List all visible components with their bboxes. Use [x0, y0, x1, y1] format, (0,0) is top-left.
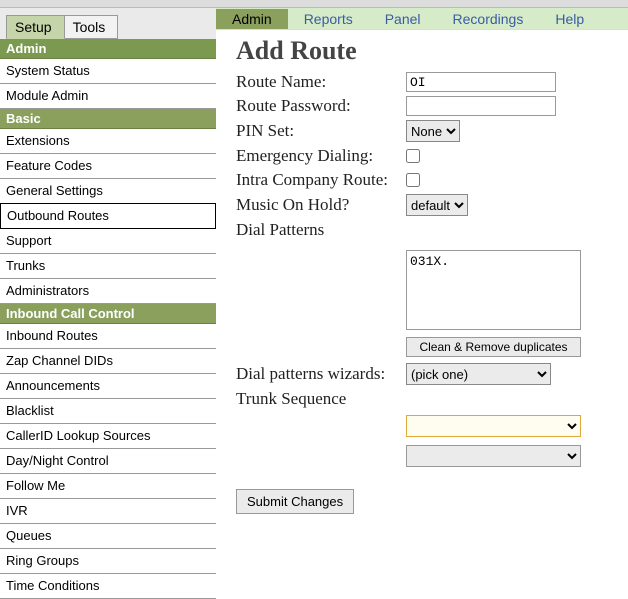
- checkbox-intra[interactable]: [406, 173, 420, 187]
- page-title: Add Route: [236, 36, 628, 66]
- section-basic: Basic: [0, 109, 216, 129]
- menu-day-night-control[interactable]: Day/Night Control: [0, 449, 216, 474]
- menu-ring-groups[interactable]: Ring Groups: [0, 549, 216, 574]
- menu-system-status[interactable]: System Status: [0, 59, 216, 84]
- menu-trunks[interactable]: Trunks: [0, 254, 216, 279]
- label-intra: Intra Company Route:: [236, 170, 406, 190]
- nav-panel[interactable]: Panel: [369, 9, 437, 29]
- input-route-password[interactable]: [406, 96, 556, 116]
- select-pin-set[interactable]: None: [406, 120, 460, 142]
- select-trunk-2[interactable]: [406, 445, 581, 467]
- checkbox-emergency[interactable]: [406, 149, 420, 163]
- textarea-dial-patterns[interactable]: [406, 250, 581, 330]
- menu-ivr[interactable]: IVR: [0, 499, 216, 524]
- top-nav: Admin Reports Panel Recordings Help: [216, 8, 628, 30]
- label-trunk-seq: Trunk Sequence: [236, 389, 406, 409]
- nav-admin[interactable]: Admin: [216, 9, 288, 29]
- label-wizards: Dial patterns wizards:: [236, 364, 406, 384]
- input-route-name[interactable]: [406, 72, 556, 92]
- nav-recordings[interactable]: Recordings: [437, 9, 540, 29]
- menu-announcements[interactable]: Announcements: [0, 374, 216, 399]
- menu-support[interactable]: Support: [0, 229, 216, 254]
- menu-time-conditions[interactable]: Time Conditions: [0, 574, 216, 599]
- menu-general-settings[interactable]: General Settings: [0, 179, 216, 204]
- nav-reports[interactable]: Reports: [288, 9, 369, 29]
- section-inbound: Inbound Call Control: [0, 304, 216, 324]
- menu-zap-channel-dids[interactable]: Zap Channel DIDs: [0, 349, 216, 374]
- label-moh: Music On Hold?: [236, 195, 406, 215]
- menu-outbound-routes[interactable]: Outbound Routes: [0, 203, 216, 229]
- menu-module-admin[interactable]: Module Admin: [0, 84, 216, 109]
- nav-help[interactable]: Help: [539, 9, 600, 29]
- select-wizards[interactable]: (pick one): [406, 363, 551, 385]
- label-pin-set: PIN Set:: [236, 121, 406, 141]
- select-moh[interactable]: default: [406, 194, 468, 216]
- menu-callerid-lookup[interactable]: CallerID Lookup Sources: [0, 424, 216, 449]
- menu-inbound-routes[interactable]: Inbound Routes: [0, 324, 216, 349]
- select-trunk-1[interactable]: [406, 415, 581, 437]
- submit-button[interactable]: Submit Changes: [236, 489, 354, 514]
- tab-tools[interactable]: Tools: [65, 15, 119, 39]
- label-emergency: Emergency Dialing:: [236, 146, 406, 166]
- clean-remove-button[interactable]: Clean & Remove duplicates: [406, 337, 581, 357]
- menu-feature-codes[interactable]: Feature Codes: [0, 154, 216, 179]
- form-content: Add Route Route Name: Route Password: PI…: [216, 30, 628, 514]
- menu-blacklist[interactable]: Blacklist: [0, 399, 216, 424]
- label-dial-patterns: Dial Patterns: [236, 220, 406, 240]
- label-route-name: Route Name:: [236, 72, 406, 92]
- menu-queues[interactable]: Queues: [0, 524, 216, 549]
- section-admin: Admin: [0, 39, 216, 59]
- menu-follow-me[interactable]: Follow Me: [0, 474, 216, 499]
- menu-extensions[interactable]: Extensions: [0, 129, 216, 154]
- menu-administrators[interactable]: Administrators: [0, 279, 216, 304]
- tab-setup[interactable]: Setup: [6, 15, 65, 39]
- sidebar: Setup Tools Admin System Status Module A…: [0, 8, 216, 599]
- label-route-password: Route Password:: [236, 96, 406, 116]
